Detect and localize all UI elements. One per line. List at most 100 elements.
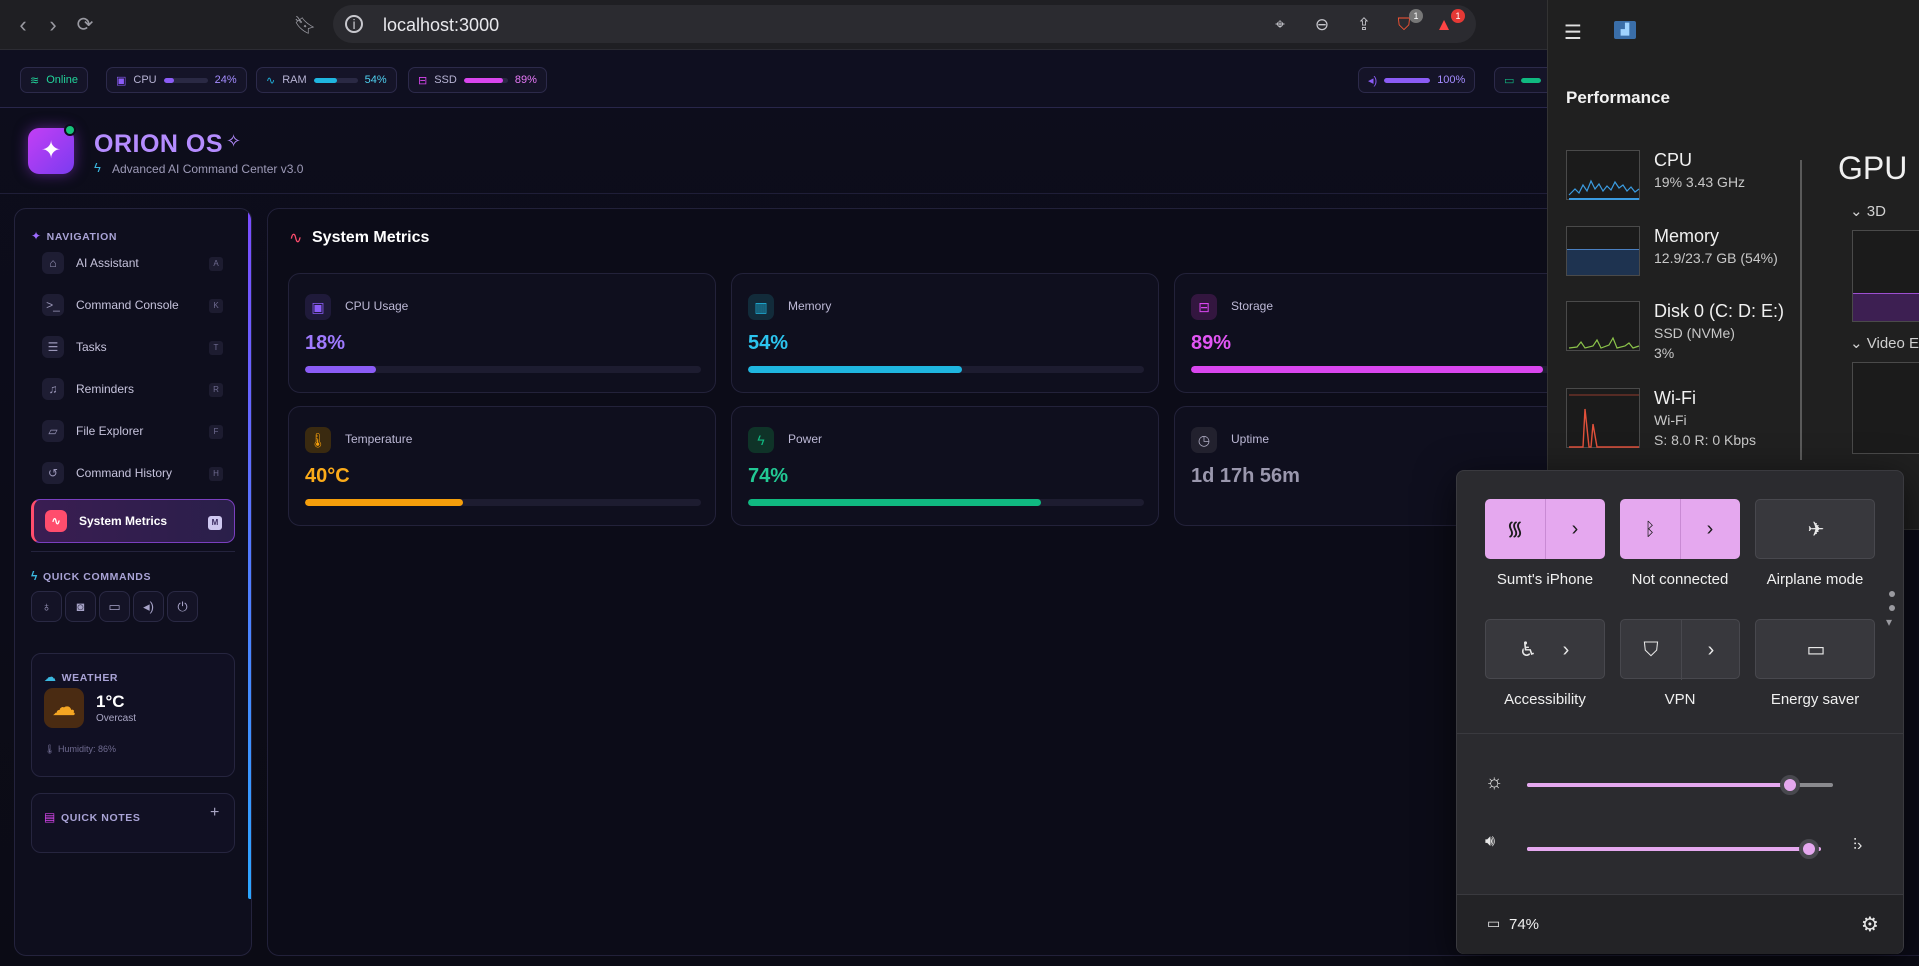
sidebar-item-command-console[interactable]: >_ Command Console K — [31, 283, 235, 327]
settings-gear-icon[interactable]: ⚙ — [1861, 912, 1879, 937]
brightness-slider-knob[interactable] — [1780, 775, 1801, 795]
perf-item-memory[interactable]: Memory 12.9/23.7 GB (54%) — [1566, 226, 1816, 296]
note-icon: ▤ — [44, 810, 56, 824]
shortcut-key: T — [209, 341, 223, 355]
cloud-icon: ☁ — [44, 670, 57, 684]
metric-value: 40°C — [305, 465, 350, 487]
perf-item-wifi[interactable]: Wi-Fi Wi-Fi S: 8.0 R: 0 Kbps — [1566, 388, 1816, 458]
bluetooth-tile[interactable]: ᛒ › — [1620, 499, 1740, 559]
sidebar-item-tasks[interactable]: ☰ Tasks T — [31, 325, 235, 369]
metric-card-temperature: 🌡︎ Temperature 40°C — [288, 406, 716, 526]
page-dot[interactable] — [1889, 605, 1895, 611]
bell-icon: ♫ — [42, 378, 64, 400]
camera-button[interactable]: ◙ — [65, 591, 96, 622]
battery-percent[interactable]: 74% — [1509, 916, 1539, 933]
url-text[interactable]: localhost:3000 — [383, 15, 499, 36]
online-label: Online — [46, 74, 79, 86]
page-dot[interactable] — [1889, 591, 1895, 597]
metric-value: 74% — [748, 465, 789, 487]
weather-card: ☁ WEATHER ☁ 1°C Overcast 🌡︎ Humidity: 86% — [31, 653, 235, 777]
bluetooth-tile-label: Not connected — [1631, 571, 1729, 588]
perf-item-detail: Wi-Fi — [1654, 412, 1687, 428]
volume-chip-bar[interactable] — [1384, 77, 1431, 83]
ssd-chip-pct: 89% — [514, 74, 537, 86]
drive-icon: ⊟ — [1191, 294, 1217, 320]
quick-settings-footer: ▭ 74% ⚙ — [1457, 894, 1903, 954]
address-bar[interactable]: i localhost:3000 ⌖ ⊖ ⇪ ⛉ 1 ▲ 1 — [333, 5, 1476, 43]
power-button[interactable]: ⏻ — [167, 591, 198, 622]
volume-button[interactable]: ◂) — [133, 591, 164, 622]
clock-icon: ◷ — [1191, 427, 1217, 453]
sidebar-scrollbar[interactable] — [248, 209, 251, 899]
audio-output-icon[interactable]: ⫶› — [1853, 837, 1862, 855]
vpn-label: VPN — [1664, 691, 1696, 708]
microphone-button[interactable]: ♁ — [31, 591, 62, 622]
share-icon[interactable]: ⇪ — [1353, 14, 1375, 36]
chevron-down-icon[interactable]: ⌄ — [1850, 203, 1867, 220]
screen-button[interactable]: ▭ — [99, 591, 130, 622]
wifi-tile[interactable]: ᯾ › — [1485, 499, 1605, 559]
brightness-slider[interactable] — [1527, 775, 1833, 795]
metric-label: CPU Usage — [345, 299, 409, 313]
memory-graph — [1566, 226, 1640, 276]
volume-chip[interactable]: ◂) 100% — [1358, 67, 1476, 93]
wifi-sparkline — [1569, 394, 1639, 448]
back-icon[interactable]: ‹ — [10, 12, 36, 38]
sidebar-item-system-metrics[interactable]: ∿ System Metrics M — [31, 499, 235, 543]
airplane-mode-tile[interactable]: ✈ — [1755, 499, 1875, 559]
battery-icon: ▭ — [1504, 74, 1515, 87]
metric-value: 89% — [1191, 332, 1232, 354]
reload-icon[interactable]: ⟳ — [72, 12, 98, 38]
gpu-3d-graph-fill — [1853, 293, 1919, 321]
location-icon[interactable]: ⌖ — [1269, 14, 1291, 36]
sidebar-item-ai-assistant[interactable]: ⌂ AI Assistant A — [31, 241, 235, 285]
chevron-down-icon[interactable]: ⌄ — [1850, 335, 1867, 352]
sidebar: ✦ NAVIGATION ⌂ AI Assistant A >_ Command Con… — [14, 208, 252, 956]
add-note-button[interactable]: + — [210, 804, 219, 822]
overcast-icon: ☁ — [44, 688, 84, 728]
energy-saver-label: Energy saver — [1770, 691, 1860, 708]
metric-bar — [748, 366, 1144, 373]
battery-icon[interactable]: ▭ — [1487, 915, 1500, 932]
app-subtitle: Advanced AI Command Center v3.0 — [112, 162, 304, 176]
chevron-down-icon[interactable]: ▾ — [1886, 615, 1892, 629]
memory-icon: ▥ — [748, 294, 774, 320]
volume-slider[interactable] — [1527, 839, 1821, 859]
zoom-out-icon[interactable]: ⊖ — [1311, 14, 1333, 36]
perf-item-disk[interactable]: Disk 0 (C: D: E:) SSD (NVMe) 3% — [1566, 301, 1816, 371]
speaker-icon[interactable]: 🔊︎ — [1485, 833, 1495, 851]
accessibility-tile[interactable]: ♿︎ › — [1485, 619, 1605, 679]
sidebar-item-file-explorer[interactable]: ▱ File Explorer F — [31, 409, 235, 453]
wifi-icon[interactable]: ᯾ — [1485, 499, 1545, 559]
ram-chip: ∿ RAM 54% — [256, 67, 397, 93]
chevron-right-icon[interactable]: › — [1545, 499, 1605, 559]
site-info-icon[interactable]: i — [345, 15, 363, 33]
bolt-icon: ϟ — [31, 569, 38, 583]
volume-slider-fill — [1527, 847, 1810, 851]
metric-label: Memory — [788, 299, 832, 313]
activity-icon: ∿ — [266, 74, 276, 87]
volume-slider-knob[interactable] — [1799, 839, 1820, 859]
vpn-tile[interactable]: ⛉ › — [1620, 619, 1741, 680]
bookmark-icon[interactable]: 🔖︎ — [292, 12, 318, 38]
airplane-icon: ✈ — [1807, 519, 1825, 541]
shield-icon[interactable]: ⛉ — [1621, 620, 1681, 680]
perf-item-cpu[interactable]: CPU 19% 3.43 GHz — [1566, 150, 1816, 220]
energy-saver-tile[interactable]: ▭ — [1755, 619, 1875, 679]
metric-value: 54% — [748, 332, 789, 354]
bluetooth-icon[interactable]: ᛒ — [1620, 499, 1680, 559]
metric-card-power: ϟ Power 74% — [731, 406, 1159, 526]
chevron-right-icon[interactable]: › — [1681, 620, 1741, 680]
battery-chip: ▭ — [1494, 67, 1554, 93]
history-icon: ↺ — [42, 462, 64, 484]
list-scrollbar[interactable] — [1800, 160, 1802, 460]
sidebar-item-reminders[interactable]: ♫ Reminders R — [31, 367, 235, 411]
metric-card-cpu: ▣ CPU Usage 18% — [288, 273, 716, 393]
sidebar-item-command-history[interactable]: ↺ Command History H — [31, 451, 235, 495]
forward-icon[interactable]: › — [40, 12, 66, 38]
chevron-right-icon[interactable]: › — [1680, 499, 1740, 559]
activity-icon: ∿ — [45, 510, 67, 532]
divider — [31, 551, 235, 552]
hamburger-menu-icon[interactable]: ☰ — [1564, 20, 1582, 45]
metric-bar — [1191, 366, 1587, 373]
